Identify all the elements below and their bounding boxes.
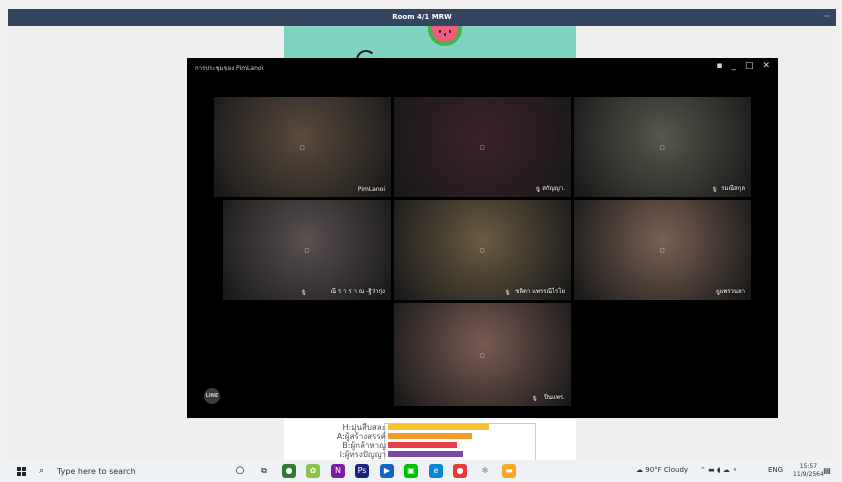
poll-bar (388, 451, 463, 457)
poll-row: A:ผู้สร้างสรรค์ (284, 432, 576, 441)
poll-label: A:ผู้สร้างสรรค์ (336, 432, 386, 441)
cortana-icon[interactable]: ○ (233, 464, 247, 478)
leaf-app-icon[interactable]: ✿ (306, 464, 320, 478)
camera-off-icon: ▫ (304, 245, 310, 255)
file-explorer-icon[interactable]: ▬ (502, 464, 516, 478)
slide-top-area (284, 26, 576, 60)
call-title: การประชุมของ PimLanoi (195, 65, 264, 72)
edge-icon[interactable]: e (429, 464, 443, 478)
windows-taskbar: ⌕ Type here to search ○ ⧉ ● ✿ N Ps ▶ ▣ e… (0, 460, 842, 482)
windows-start-icon[interactable] (17, 467, 26, 476)
onenote-icon[interactable]: N (331, 464, 345, 478)
participant-tile[interactable]: ▫ 🎙 ปิ่นแพร. (394, 303, 571, 406)
camera-off-icon: ▫ (479, 245, 486, 255)
participant-tile[interactable]: ▫ 🎙 แพรวนลา (574, 200, 751, 300)
language-indicator[interactable]: ENG (768, 466, 783, 474)
poll-label: I:ผู้ทรงปัญญา (339, 450, 386, 459)
poll-label: H:มุ่นสืบสละ (342, 423, 387, 432)
notification-icon[interactable]: ▤ (820, 464, 834, 478)
maximize-icon[interactable]: □ (745, 61, 754, 71)
chrome-profile-icon[interactable]: ● (453, 464, 467, 478)
poll-row: B:ผู้กล้าหาญ (284, 441, 576, 450)
pin-icon[interactable]: ▪ (716, 61, 722, 71)
participant-mic-icon: 🎙 (534, 187, 542, 193)
participant-tile[interactable]: ▫ PimLanoi (214, 97, 391, 197)
weather-text: 90°F Cloudy (645, 466, 689, 474)
participant-name: ณี ร า ร า ณ -ฐิว่ากุ่ง (330, 288, 385, 295)
line-logo: LINE (204, 388, 220, 404)
system-tray-icons[interactable]: ⌃ ▬ ◖ ☁ ⚬ (700, 466, 738, 474)
participant-name: รมณีสกุล (721, 185, 745, 192)
camera-off-icon: ▫ (479, 350, 486, 359)
line-app-icon[interactable]: ▣ (404, 464, 418, 478)
window-title: Room 4/1 MRW (392, 13, 452, 21)
video-call-window: การประชุมของ PimLanoi ▪ _ □ ✕ ▫ PimLanoi ▫… (187, 58, 778, 418)
weather-icon: ☁ (636, 466, 643, 474)
participant-tile[interactable]: ▫ 🎙 รมณีสกุล (574, 97, 751, 197)
chrome-icon[interactable]: ● (282, 464, 296, 478)
participant-name: ชลิตา แพรรณีไรโย (515, 288, 565, 295)
search-input[interactable]: ⌕ Type here to search (35, 463, 215, 479)
window-controls[interactable]: — (823, 12, 830, 20)
weather-indicator[interactable]: ☁ 90°F Cloudy (636, 466, 688, 474)
search-placeholder: Type here to search (57, 467, 136, 476)
camera-off-icon: ▫ (479, 142, 486, 152)
app-title-bar[interactable]: Room 4/1 MRW — (8, 9, 836, 26)
settings-icon[interactable]: ✻ (478, 464, 492, 478)
watermelon-illustration (428, 26, 462, 46)
participant-mic-icon: 🎙 (711, 187, 718, 193)
participant-name: แพรวนลา (719, 288, 745, 295)
participant-tile[interactable]: ▫ 🎙 สกัญญา. (394, 97, 571, 197)
participant-mic-icon: 🎙 (531, 396, 538, 402)
poll-row: I:ผู้ทรงปัญญา (284, 450, 576, 459)
media-player-icon[interactable]: ▶ (380, 464, 394, 478)
poll-chart: H:มุ่นสืบสละ A:ผู้สร้างสรรค์ B:ผู้กล้าหาญ I… (284, 419, 576, 463)
task-view-icon[interactable]: ⧉ (257, 464, 271, 478)
poll-row: H:มุ่นสืบสละ (284, 423, 576, 432)
poll-bar (388, 433, 472, 439)
minimize-icon[interactable]: _ (731, 61, 736, 71)
camera-off-icon: ▫ (659, 142, 666, 152)
poll-bar (388, 424, 489, 430)
camera-off-icon: ▫ (659, 245, 666, 255)
call-window-controls[interactable]: ▪ _ □ ✕ (716, 61, 770, 71)
close-icon[interactable]: ✕ (762, 61, 770, 71)
clock-time: 15:57 (799, 463, 818, 470)
participant-name: สกัญญา. (542, 185, 565, 192)
photoshop-icon[interactable]: Ps (355, 464, 369, 478)
participant-mic-icon: 🎙 (504, 290, 511, 296)
participant-name: ปิ่นแพร. (544, 394, 565, 401)
poll-label: B:ผู้กล้าหาญ (342, 441, 386, 450)
participant-name: PimLanoi (357, 186, 385, 193)
participant-tile[interactable]: ▫ 🎙 ณี ร า ร า ณ -ฐิว่ากุ่ง (223, 200, 391, 300)
participant-tile[interactable]: ▫ 🎙 ชลิตา แพรรณีไรโย (394, 200, 571, 300)
search-icon: ⌕ (39, 466, 45, 476)
camera-off-icon: ▫ (299, 142, 306, 152)
poll-bar (388, 442, 457, 448)
participant-mic-icon: 🎙 (300, 290, 307, 296)
